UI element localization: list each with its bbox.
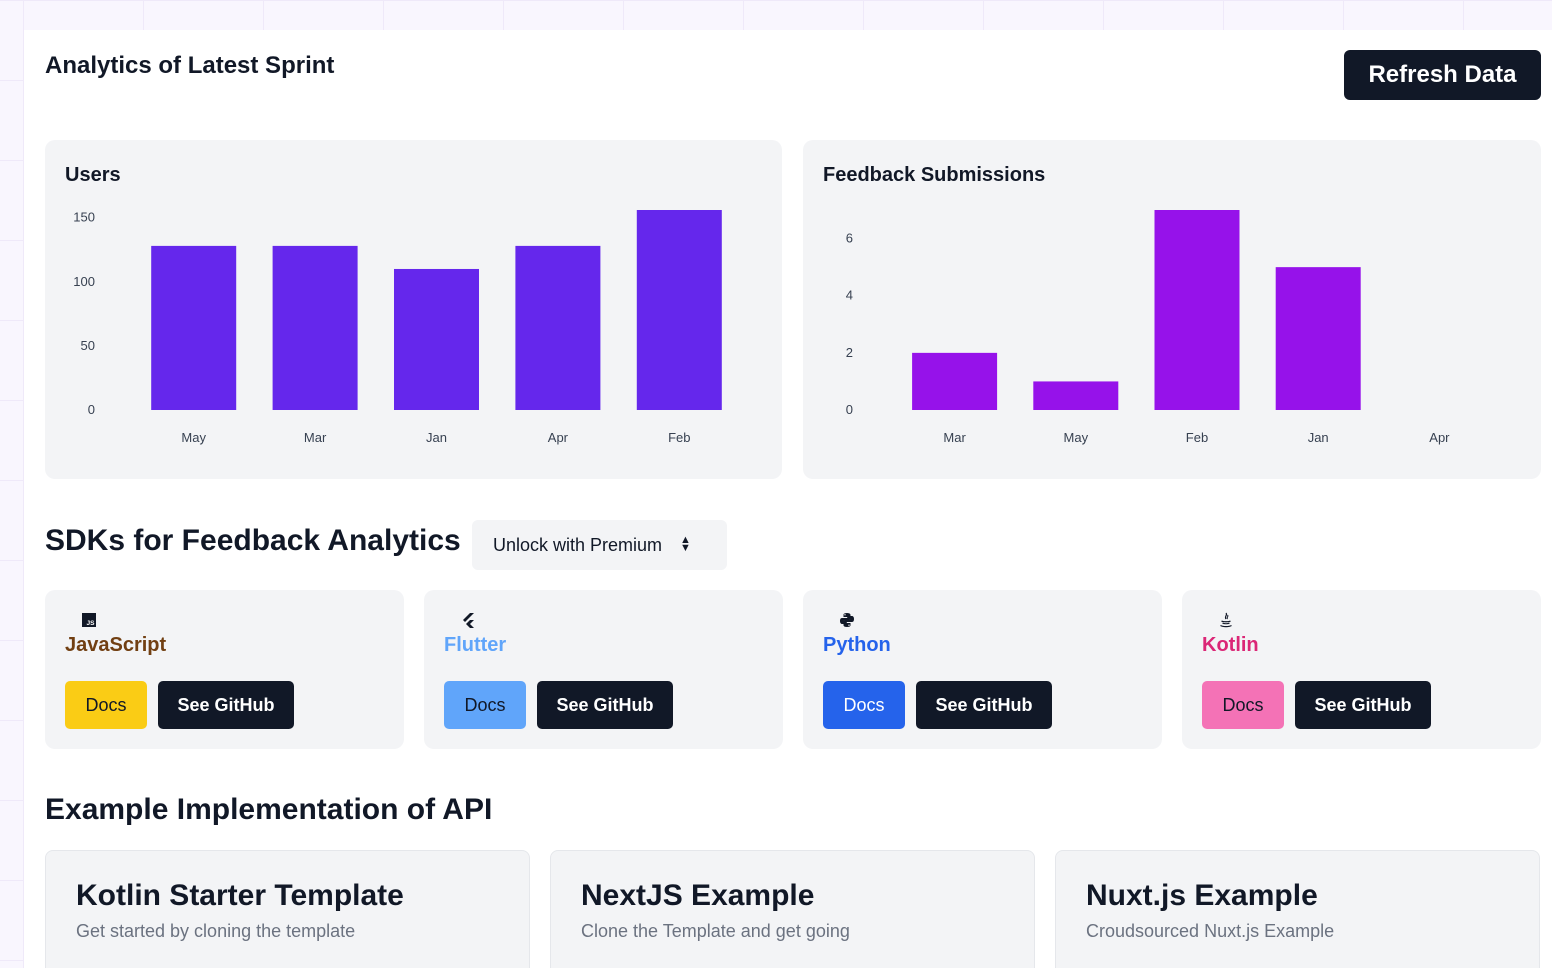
flutter-icon: [463, 613, 474, 628]
see-github-button[interactable]: See GitHub: [1295, 681, 1431, 729]
page-title: Analytics of Latest Sprint: [45, 52, 335, 79]
refresh-data-button[interactable]: Refresh Data: [1344, 50, 1541, 100]
x-tick-label: Mar: [304, 430, 327, 445]
example-title: Kotlin Starter Template: [76, 879, 404, 912]
example-card-nextjs[interactable]: NextJS Example Clone the Template and ge…: [550, 850, 1035, 968]
bar: [636, 210, 722, 410]
example-description: Get started by cloning the template: [76, 921, 356, 941]
sdk-card-javascript: JS JavaScript Docs See GitHub: [45, 590, 404, 749]
bar: [1154, 210, 1240, 410]
x-tick-label: Apr: [1429, 430, 1450, 445]
y-tick-label: 0: [846, 402, 853, 417]
sdks-section-title: SDKs for Feedback Analytics: [45, 524, 461, 557]
sdk-card-kotlin: Kotlin Docs See GitHub: [1182, 590, 1541, 749]
see-github-button[interactable]: See GitHub: [916, 681, 1052, 729]
example-description: Croudsourced Nuxt.js Example: [1086, 921, 1335, 941]
see-github-button[interactable]: See GitHub: [537, 681, 673, 729]
examples-section-title: Example Implementation of API: [45, 793, 493, 826]
x-tick-label: Jan: [426, 430, 447, 445]
sdk-name: Kotlin: [1202, 634, 1259, 656]
example-title: Nuxt.js Example: [1086, 879, 1318, 912]
docs-button[interactable]: Docs: [823, 681, 905, 729]
bar: [515, 245, 601, 410]
x-tick-label: Mar: [943, 430, 966, 445]
see-github-button[interactable]: See GitHub: [158, 681, 294, 729]
x-tick-label: Feb: [668, 430, 690, 445]
y-tick-label: 50: [81, 338, 95, 353]
sdk-card-python: Python Docs See GitHub: [803, 590, 1162, 749]
docs-button[interactable]: Docs: [1202, 681, 1284, 729]
sdk-card-flutter: Flutter Docs See GitHub: [424, 590, 783, 749]
y-tick-label: 0: [88, 402, 95, 417]
example-card-nuxtjs[interactable]: Nuxt.js Example Croudsourced Nuxt.js Exa…: [1055, 850, 1540, 968]
feedback-chart-card: Feedback Submissions 0 2 4 6 Mar May Feb Jan Apr: [803, 140, 1541, 479]
users-chart-card: Users 0 50 100 150 May Mar Jan Apr Feb: [45, 140, 782, 479]
y-tick-label: 150: [73, 210, 95, 225]
y-tick-label: 2: [846, 345, 853, 360]
bar: [272, 245, 358, 410]
y-tick-label: 4: [846, 288, 853, 303]
sdk-name: Python: [823, 634, 891, 656]
svg-text:JS: JS: [87, 620, 96, 627]
x-tick-label: Jan: [1308, 430, 1329, 445]
y-tick-label: 6: [846, 231, 853, 246]
java-icon: [1220, 612, 1232, 628]
x-tick-label: Apr: [548, 430, 569, 445]
x-tick-label: May: [181, 430, 206, 445]
bar: [394, 268, 479, 410]
example-title: NextJS Example: [581, 879, 815, 912]
feedback-bar-chart: 0 2 4 6 Mar May Feb Jan Apr: [846, 210, 1450, 445]
bar: [1275, 267, 1361, 410]
x-tick-label: May: [1064, 430, 1089, 445]
bar: [151, 245, 237, 410]
sort-icon: ▲ ▼: [680, 534, 691, 554]
x-tick-label: Feb: [1186, 430, 1208, 445]
sdk-name: Flutter: [444, 634, 507, 656]
main-content: Analytics of Latest Sprint Refresh Data …: [24, 30, 1552, 968]
premium-select-value: Unlock with Premium: [493, 534, 663, 555]
bar: [912, 352, 998, 410]
users-bar-chart: 0 50 100 150 May Mar Jan Apr Feb: [73, 210, 722, 445]
docs-button[interactable]: Docs: [65, 681, 147, 729]
example-card-kotlin-starter[interactable]: Kotlin Starter Template Get started by c…: [45, 850, 530, 968]
premium-select[interactable]: Unlock with Premium ▲ ▼: [472, 520, 727, 570]
example-description: Clone the Template and get going: [581, 921, 850, 941]
bar: [1033, 381, 1119, 410]
python-icon: [840, 613, 854, 627]
y-tick-label: 100: [73, 274, 95, 289]
sdk-name: JavaScript: [65, 634, 167, 656]
docs-button[interactable]: Docs: [444, 681, 526, 729]
javascript-icon: JS: [82, 613, 96, 627]
